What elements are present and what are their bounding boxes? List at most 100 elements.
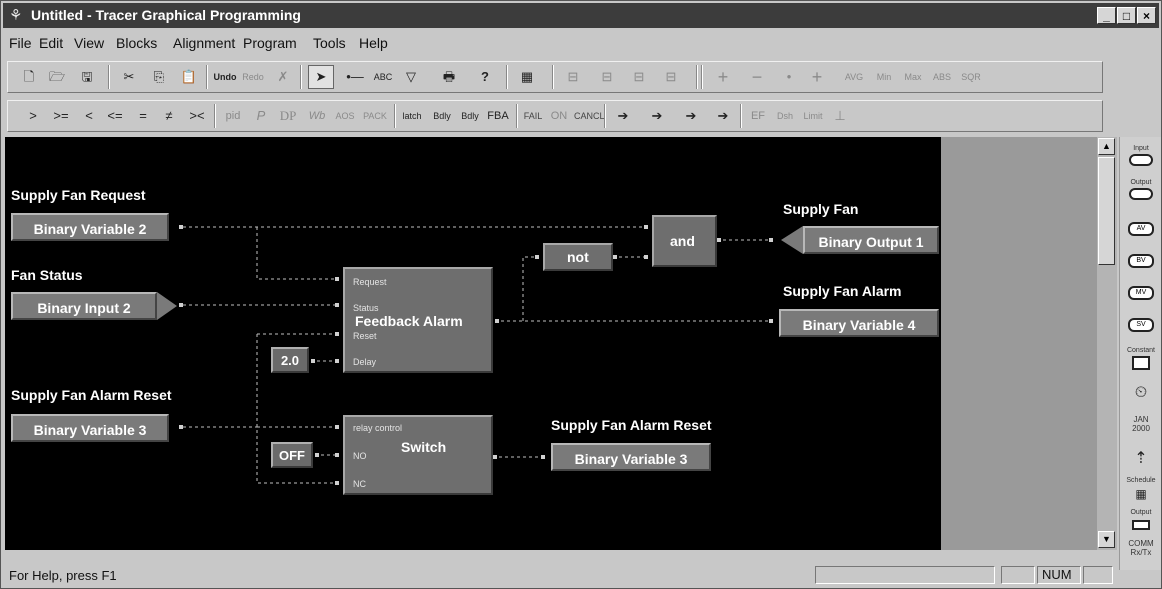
- binary-output-1-block[interactable]: Binary Output 1: [803, 226, 939, 254]
- fba-block-button[interactable]: FBA: [486, 104, 510, 128]
- binary-variable-4-block[interactable]: Binary Variable 4: [779, 309, 939, 337]
- binary-input-2-block[interactable]: Binary Input 2: [11, 292, 157, 320]
- palette-date[interactable]: JAN 2000: [1124, 415, 1158, 443]
- neq-block-button[interactable]: ≠: [160, 104, 178, 128]
- menu-program[interactable]: Program: [243, 35, 297, 51]
- bdly-off-block-button[interactable]: Bdly: [458, 104, 482, 128]
- text-tool-button[interactable]: ABC: [370, 65, 396, 89]
- fail-block-button[interactable]: FAIL: [522, 104, 544, 128]
- vertical-scrollbar[interactable]: ▲ ▼: [1097, 137, 1117, 550]
- menu-tools[interactable]: Tools: [313, 35, 346, 51]
- copy-button[interactable]: ⎘: [148, 65, 170, 89]
- palette-mv[interactable]: MV: [1124, 281, 1158, 309]
- lte-block-button[interactable]: <=: [104, 104, 126, 128]
- and-block[interactable]: and: [652, 215, 717, 267]
- palette-sv[interactable]: SV: [1124, 313, 1158, 341]
- wire-tool-button[interactable]: •—: [342, 65, 368, 89]
- flow-block-2-button[interactable]: ➔: [646, 104, 668, 128]
- new-file-button[interactable]: 🗋: [18, 65, 40, 89]
- align-left-button[interactable]: ⊟: [560, 65, 586, 89]
- undo-button[interactable]: Undo: [212, 65, 238, 89]
- switch-block[interactable]: relay control NO NC Switch: [343, 415, 493, 495]
- scrollbar-thumb[interactable]: [1098, 157, 1115, 265]
- open-file-button[interactable]: 🗁: [46, 65, 68, 89]
- not-block[interactable]: not: [543, 243, 613, 271]
- grid-button[interactable]: ▦: [514, 65, 540, 89]
- palette-comm[interactable]: COMM Rx/Tx: [1124, 539, 1158, 567]
- add-block-button[interactable]: +: [712, 65, 734, 89]
- bdly-on-block-button[interactable]: Bdly: [430, 104, 454, 128]
- flow-block-4-button[interactable]: ➔: [712, 104, 734, 128]
- palette-output-2[interactable]: Output: [1124, 509, 1158, 537]
- menu-help[interactable]: Help: [359, 35, 388, 51]
- save-file-button[interactable]: 🖫: [76, 65, 98, 89]
- menu-alignment[interactable]: Alignment: [173, 35, 235, 51]
- align-center-button[interactable]: ⊟: [594, 65, 620, 89]
- palette-timer[interactable]: ⏲: [1124, 383, 1158, 411]
- minimize-button[interactable]: _: [1097, 7, 1116, 24]
- binary-variable-3-output-block[interactable]: Binary Variable 3: [551, 443, 711, 471]
- avg-block-button[interactable]: AVG: [840, 65, 868, 89]
- abs-block-button[interactable]: ABS: [930, 65, 954, 89]
- min-block-button[interactable]: Min: [872, 65, 896, 89]
- range-block-button[interactable]: ><: [186, 104, 208, 128]
- gte-block-button[interactable]: >=: [50, 104, 72, 128]
- align-top-button[interactable]: ⊟: [626, 65, 652, 89]
- menu-view[interactable]: View: [74, 35, 104, 51]
- dsh-block-button[interactable]: Dsh: [774, 104, 796, 128]
- maximize-button[interactable]: □: [1117, 7, 1136, 24]
- menu-blocks[interactable]: Blocks: [116, 35, 157, 51]
- port-reset: Reset: [353, 331, 377, 341]
- aos-block-button[interactable]: AOS: [334, 104, 356, 128]
- cancel-block-button[interactable]: CANCL: [574, 104, 605, 128]
- delay-constant-block[interactable]: 2.0: [271, 347, 309, 373]
- misc-block-button[interactable]: ⊥: [830, 104, 850, 128]
- divide-block-button[interactable]: +: [806, 65, 828, 89]
- multiply-block-button[interactable]: •: [778, 65, 800, 89]
- palette-input[interactable]: Input: [1124, 145, 1158, 173]
- palette-av[interactable]: AV: [1124, 217, 1158, 245]
- dp-block-button[interactable]: DP: [276, 104, 300, 128]
- latch-block-button[interactable]: latch: [400, 104, 424, 128]
- sqr-block-button[interactable]: SQR: [958, 65, 984, 89]
- wb-block-button[interactable]: Wb: [306, 104, 328, 128]
- scroll-up-arrow-icon[interactable]: ▲: [1098, 138, 1115, 155]
- subtract-block-button[interactable]: −: [746, 65, 768, 89]
- flow-block-3-button[interactable]: ➔: [680, 104, 702, 128]
- select-pointer-button[interactable]: ➤: [308, 65, 334, 89]
- palette-bv[interactable]: BV: [1124, 249, 1158, 277]
- menu-edit[interactable]: Edit: [39, 35, 63, 51]
- palette-constant[interactable]: Constant: [1124, 347, 1158, 375]
- max-block-button[interactable]: Max: [900, 65, 926, 89]
- programming-canvas[interactable]: Supply Fan Request Binary Variable 2 Fan…: [5, 137, 941, 550]
- binary-variable-2-block[interactable]: Binary Variable 2: [11, 213, 169, 241]
- eq-block-button[interactable]: =: [134, 104, 152, 128]
- delete-button[interactable]: ✗: [272, 65, 294, 89]
- feedback-alarm-block[interactable]: Request Status Reset Delay Feedback Alar…: [343, 267, 493, 373]
- p-block-button[interactable]: P: [252, 104, 270, 128]
- off-constant-block[interactable]: OFF: [271, 442, 313, 468]
- on-block-button[interactable]: ON: [548, 104, 570, 128]
- palette-output[interactable]: Output: [1124, 179, 1158, 207]
- paste-button[interactable]: 📋: [178, 65, 200, 89]
- pid-block-button[interactable]: pid: [222, 104, 244, 128]
- close-button[interactable]: ×: [1137, 7, 1156, 24]
- cut-button[interactable]: ✂: [118, 65, 140, 89]
- pack-block-button[interactable]: PACK: [362, 104, 388, 128]
- binary-variable-3-input-block[interactable]: Binary Variable 3: [11, 414, 169, 442]
- palette-schedule[interactable]: Schedule ▦: [1124, 477, 1158, 505]
- print-button[interactable]: 🖶: [438, 65, 460, 89]
- redo-button[interactable]: Redo: [240, 65, 266, 89]
- align-bottom-button[interactable]: ⊟: [658, 65, 684, 89]
- palette-priority[interactable]: ⇡: [1124, 449, 1158, 477]
- tracer-app-icon[interactable]: ⚘: [9, 7, 27, 24]
- gt-block-button[interactable]: >: [24, 104, 42, 128]
- context-help-button[interactable]: ?: [474, 65, 496, 89]
- lt-block-button[interactable]: <: [80, 104, 98, 128]
- flow-block-1-button[interactable]: ➔: [612, 104, 634, 128]
- menu-file[interactable]: File: [9, 35, 32, 51]
- scroll-down-arrow-icon[interactable]: ▼: [1098, 531, 1115, 548]
- filter-tool-button[interactable]: ▽: [400, 65, 422, 89]
- ef-block-button[interactable]: EF: [748, 104, 768, 128]
- limit-block-button[interactable]: Limit: [800, 104, 826, 128]
